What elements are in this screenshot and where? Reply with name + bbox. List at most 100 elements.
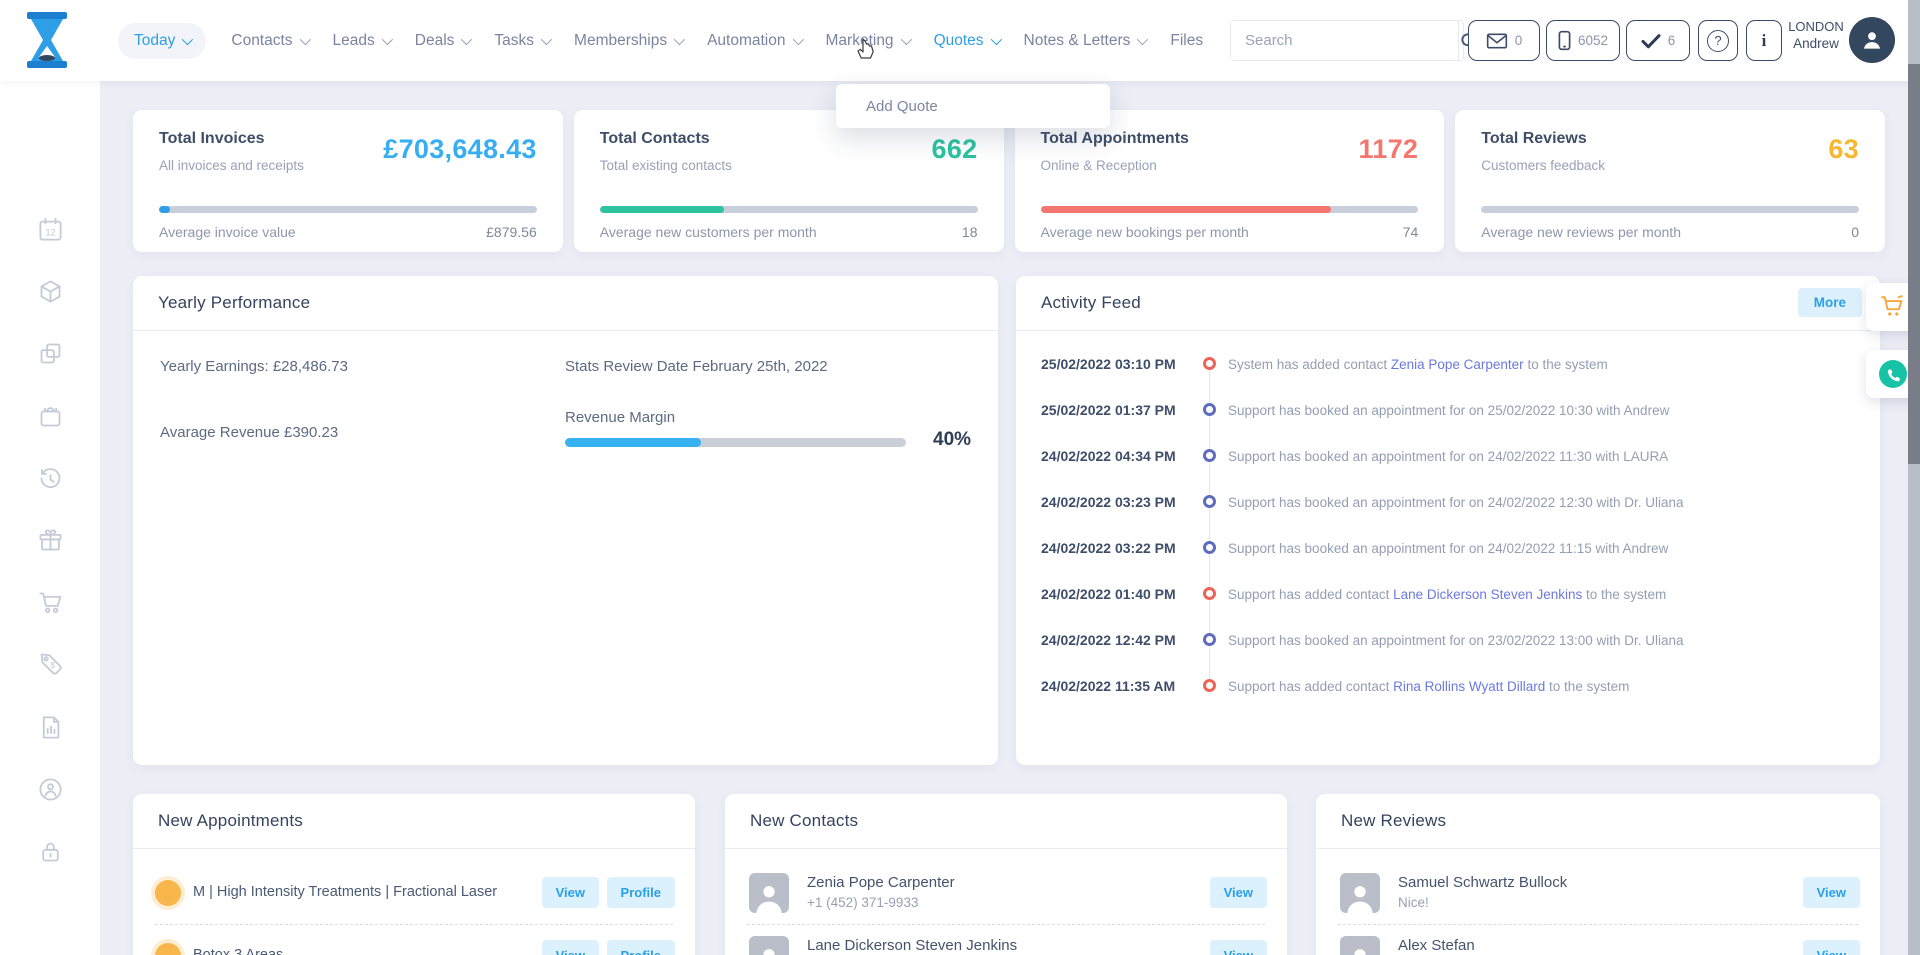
view-button[interactable]: View xyxy=(1803,940,1860,955)
cursor-pointer xyxy=(856,38,876,67)
new-reviews-title: New Reviews xyxy=(1341,811,1446,831)
profile-button[interactable]: Profile xyxy=(607,877,675,908)
feed-entry: 25/02/2022 03:10 PM System has added con… xyxy=(1016,353,1880,399)
new-contacts-title: New Contacts xyxy=(750,811,858,831)
stat-subtitle: Customers feedback xyxy=(1481,158,1605,173)
left-sidebar: 12 $ xyxy=(0,81,100,955)
yearly-performance-title: Yearly Performance xyxy=(158,293,310,313)
nav-label: Deals xyxy=(415,32,455,50)
package-icon[interactable] xyxy=(37,278,64,305)
nav-item-quotes[interactable]: Quotes xyxy=(934,32,999,50)
menu-item-add-quote[interactable]: Add Quote xyxy=(866,98,938,115)
chevron-down-icon xyxy=(674,33,685,44)
new-reviews-card: New Reviews Samuel Schwartz Bullock Nice… xyxy=(1316,794,1880,955)
new-appointments-title: New Appointments xyxy=(158,811,303,831)
stat-footer-value: £879.56 xyxy=(486,224,537,240)
scrollbar-thumb[interactable] xyxy=(1908,64,1920,464)
phone-circle-icon xyxy=(1879,360,1907,388)
timeline-marker xyxy=(1203,357,1216,370)
feed-text: Support has booked an appointment for on… xyxy=(1228,403,1669,418)
contact-avatar xyxy=(749,936,789,955)
stat-value: 662 xyxy=(932,134,978,165)
page-scrollbar[interactable] xyxy=(1908,0,1920,955)
help-button[interactable]: ? xyxy=(1698,20,1738,61)
feed-contact-link[interactable]: Zenia Pope Carpenter xyxy=(1391,357,1524,372)
mail-button[interactable]: 0 xyxy=(1468,20,1540,61)
mail-count: 0 xyxy=(1515,33,1523,48)
tasks-button[interactable]: 6 xyxy=(1626,20,1690,61)
review-comment: Nice! xyxy=(1398,895,1429,910)
nav-item-leads[interactable]: Leads xyxy=(333,32,390,50)
stat-title: Total Contacts xyxy=(600,130,710,148)
feed-contact-link[interactable]: Lane Dickerson Steven Jenkins xyxy=(1393,587,1582,602)
main-nav: Today Contacts Leads Deals Tasks Members… xyxy=(118,0,1203,81)
chevron-down-icon xyxy=(541,33,552,44)
more-button[interactable]: More xyxy=(1798,288,1862,317)
info-button[interactable]: i xyxy=(1746,20,1782,61)
view-button[interactable]: View xyxy=(542,940,599,955)
stats-review-date: Stats Review Date February 25th, 2022 xyxy=(565,358,828,375)
nav-item-deals[interactable]: Deals xyxy=(415,32,470,50)
search-input[interactable] xyxy=(1231,21,1458,60)
stat-value: 63 xyxy=(1828,134,1859,165)
feed-contact-link[interactable]: Rina Rollins Wyatt Dillard xyxy=(1393,679,1545,694)
view-button[interactable]: View xyxy=(1210,940,1267,955)
check-icon xyxy=(1641,33,1661,49)
feed-time: 24/02/2022 01:40 PM xyxy=(1041,586,1176,602)
gift-icon[interactable] xyxy=(37,527,64,554)
question-icon: ? xyxy=(1707,30,1729,52)
feed-entry: 24/02/2022 12:42 PM Support has booked a… xyxy=(1016,629,1880,675)
lock-icon[interactable] xyxy=(37,838,64,865)
stat-cards-row: Total Invoices All invoices and receipts… xyxy=(133,110,1885,252)
nav-item-notes-letters[interactable]: Notes & Letters xyxy=(1024,32,1146,50)
reviewer-avatar xyxy=(1340,936,1380,955)
app-logo-icon[interactable] xyxy=(24,10,70,70)
feed-entry: 25/02/2022 01:37 PM Support has booked a… xyxy=(1016,399,1880,445)
stat-footer-value: 74 xyxy=(1403,224,1419,240)
review-row: Alex Stefan View xyxy=(1316,927,1880,955)
cart-icon[interactable] xyxy=(37,589,64,616)
appointment-name: Botox 3 Areas xyxy=(193,947,283,955)
stat-card-total-invoices: Total Invoices All invoices and receipts… xyxy=(133,110,563,252)
stat-footer-value: 18 xyxy=(962,224,978,240)
calendar-icon[interactable]: 12 xyxy=(37,216,64,243)
timeline-marker xyxy=(1203,541,1216,554)
timeline-marker xyxy=(1203,403,1216,416)
nav-item-memberships[interactable]: Memberships xyxy=(574,32,682,50)
reviewer-name: Samuel Schwartz Bullock xyxy=(1398,874,1567,891)
nav-label: Today xyxy=(134,32,175,50)
revenue-margin-percent: 40% xyxy=(933,429,971,451)
view-button[interactable]: View xyxy=(1803,877,1860,908)
view-button[interactable]: View xyxy=(542,877,599,908)
feed-time: 24/02/2022 03:23 PM xyxy=(1041,494,1176,510)
copy-icon[interactable] xyxy=(37,340,64,367)
history-icon[interactable] xyxy=(37,465,64,492)
phone-button[interactable]: 6052 xyxy=(1546,20,1620,61)
view-button[interactable]: View xyxy=(1210,877,1267,908)
tasks-count: 6 xyxy=(1668,33,1676,48)
nav-item-files[interactable]: Files xyxy=(1170,32,1203,50)
user-name: Andrew xyxy=(1786,35,1846,52)
account-icon[interactable] xyxy=(37,776,64,803)
timeline-marker xyxy=(1203,679,1216,692)
stat-title: Total Invoices xyxy=(159,130,265,148)
report-icon[interactable] xyxy=(37,714,64,741)
nav-item-tasks[interactable]: Tasks xyxy=(494,32,549,50)
contact-avatar xyxy=(749,873,789,913)
feed-entry: 24/02/2022 03:22 PM Support has booked a… xyxy=(1016,537,1880,583)
user-avatar[interactable] xyxy=(1849,17,1895,63)
cart-icon xyxy=(1880,295,1906,319)
nav-item-contacts[interactable]: Contacts xyxy=(231,32,307,50)
nav-item-today[interactable]: Today xyxy=(118,23,206,59)
stat-progressbar xyxy=(600,206,978,213)
price-tag-icon[interactable]: $ xyxy=(37,651,64,678)
nav-item-automation[interactable]: Automation xyxy=(707,32,800,50)
booking-bag-icon[interactable] xyxy=(37,403,64,430)
envelope-icon xyxy=(1486,33,1508,49)
feed-entry: 24/02/2022 03:23 PM Support has booked a… xyxy=(1016,491,1880,537)
nav-label: Contacts xyxy=(231,32,292,50)
contact-name: Lane Dickerson Steven Jenkins xyxy=(807,937,1017,954)
profile-button[interactable]: Profile xyxy=(607,940,675,955)
stat-footer-label: Average new reviews per month xyxy=(1481,224,1681,240)
contact-row: Lane Dickerson Steven Jenkins View xyxy=(725,927,1287,955)
